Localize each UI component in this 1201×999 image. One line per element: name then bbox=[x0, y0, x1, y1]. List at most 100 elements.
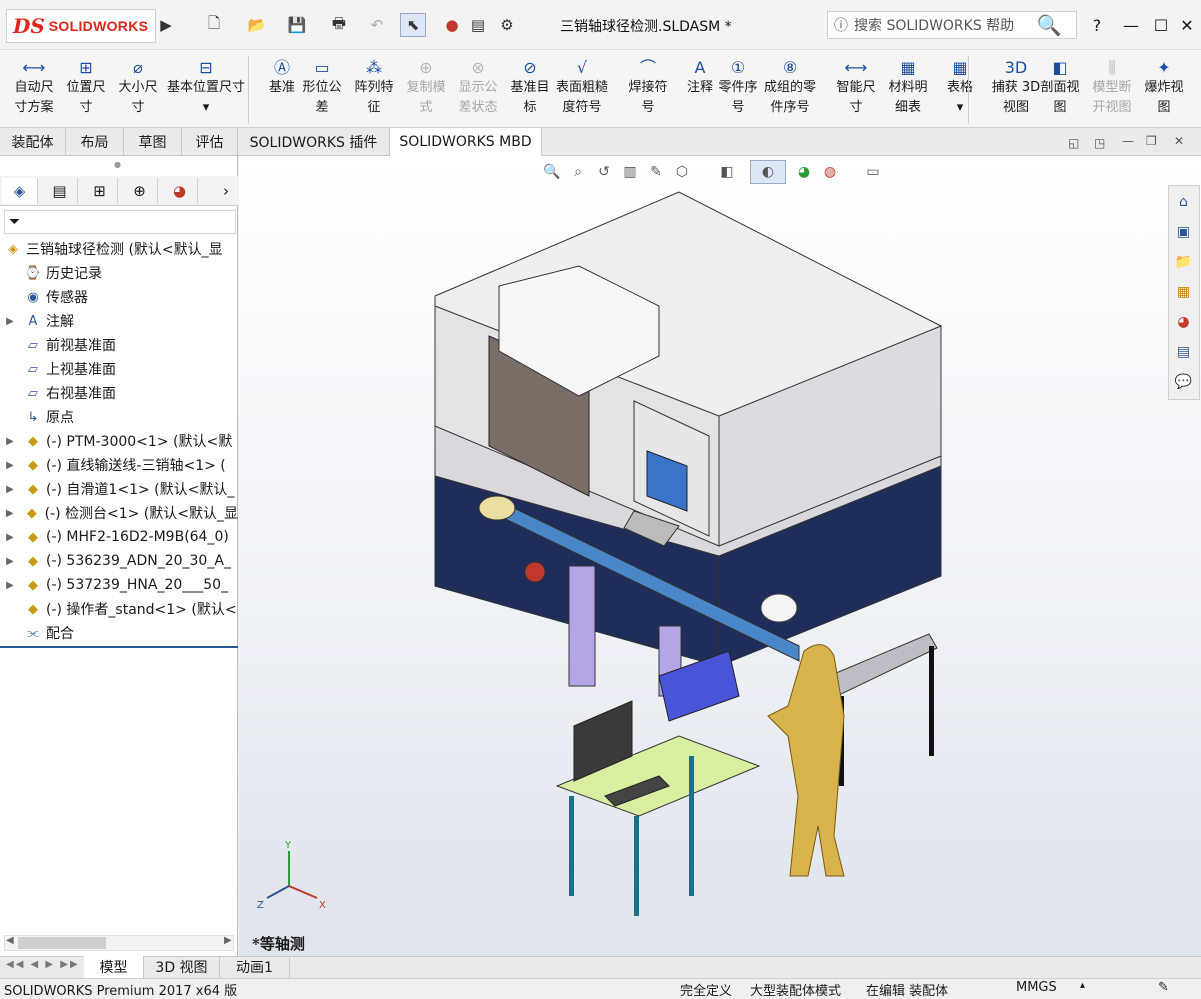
dimxpert-tab-icon[interactable]: ⊕ bbox=[122, 178, 158, 204]
close-window-button[interactable]: ✕ bbox=[1172, 10, 1201, 40]
apply-scene-icon[interactable]: ◍ bbox=[818, 160, 842, 184]
appearances-icon[interactable]: ◕ bbox=[1171, 309, 1196, 334]
panel-grip-icon[interactable]: ● bbox=[114, 160, 124, 170]
expand-arrow-icon[interactable]: ▶ bbox=[4, 484, 16, 495]
rollback-bar[interactable] bbox=[0, 646, 238, 648]
tab-0[interactable]: 装配体 bbox=[0, 128, 66, 156]
zoom-to-area-icon[interactable]: ⌕ bbox=[566, 160, 590, 184]
viewport-close-icon[interactable]: ✕ bbox=[1174, 134, 1184, 148]
tree-item[interactable]: ⌚ 历史记录 bbox=[0, 261, 238, 285]
edit-appearance-icon[interactable]: ◕ bbox=[792, 160, 816, 184]
tree-item[interactable]: ▶ ◆ (-) 536239_ADN_20_30_A_ bbox=[0, 549, 238, 573]
tree-item[interactable]: ▶ ◆ (-) 537239_HNA_20___50_ bbox=[0, 573, 238, 597]
help-search-input[interactable]: 搜索 SOLIDWORKS 帮助 bbox=[854, 15, 1014, 35]
viewport-maximize-icon[interactable]: ❐ bbox=[1146, 134, 1157, 148]
tree-item[interactable]: ⫘ 配合 bbox=[0, 621, 238, 645]
tab-1[interactable]: 布局 bbox=[66, 128, 124, 156]
expand-arrow-icon[interactable]: ▶ bbox=[4, 508, 16, 519]
tree-filter[interactable]: ⏷ bbox=[4, 210, 236, 234]
ribbon-button-14[interactable]: ⑧ 成组的零 件序号 bbox=[764, 54, 816, 118]
section-view-hud-icon[interactable]: ▥ bbox=[618, 160, 642, 184]
ribbon-button-20[interactable]: ⫼ 模型断 开视图 bbox=[1086, 54, 1138, 118]
ribbon-button-19[interactable]: ◧ 剖面视图 bbox=[1034, 54, 1086, 118]
tab-5[interactable]: SOLIDWORKS MBD bbox=[390, 128, 542, 156]
tree-item[interactable]: ↳ 原点 bbox=[0, 405, 238, 429]
search-icon[interactable]: 🔍 bbox=[1034, 10, 1064, 40]
units-dropdown-icon[interactable]: ▴ bbox=[1080, 980, 1085, 991]
dynamic-annotation-icon[interactable]: ✎ bbox=[644, 160, 668, 184]
tree-item[interactable]: ▶ A 注解 bbox=[0, 309, 238, 333]
open-document-icon[interactable]: 📂 bbox=[240, 13, 274, 37]
scroll-left-icon[interactable]: ◀ bbox=[6, 935, 14, 946]
undo-icon[interactable]: ↶ bbox=[360, 13, 394, 37]
forum-icon[interactable]: 💬 bbox=[1171, 369, 1196, 394]
ribbon-button-11[interactable]: ⌒ 焊接符号 bbox=[622, 54, 674, 118]
tree-item[interactable]: ◈ 三销轴球径检测 (默认<默认_显 bbox=[0, 237, 238, 261]
expand-arrow-icon[interactable]: ▶ bbox=[4, 532, 16, 543]
tree-item[interactable]: ▱ 前视基准面 bbox=[0, 333, 238, 357]
tree-item[interactable]: ▱ 右视基准面 bbox=[0, 381, 238, 405]
scrollbar-thumb[interactable] bbox=[18, 937, 106, 949]
ribbon-button-13[interactable]: ① 零件序号 bbox=[712, 54, 764, 118]
ribbon-button-7[interactable]: ⊕ 复制模式 bbox=[400, 54, 452, 118]
file-properties-icon[interactable]: ▤ bbox=[466, 13, 490, 37]
expand-arrow-icon[interactable]: ▶ bbox=[4, 556, 16, 567]
graphics-area[interactable]: X Y Z bbox=[239, 156, 1201, 956]
ribbon-button-9[interactable]: ⊘ 基准目标 bbox=[504, 54, 556, 118]
ribbon-button-15[interactable]: ⟷ 智能尺寸 bbox=[830, 54, 882, 118]
custom-properties-icon[interactable]: ▤ bbox=[1171, 339, 1196, 364]
tree-item[interactable]: ◆ (-) 操作者_stand<1> (默认< bbox=[0, 597, 238, 621]
bottom-tab-2[interactable]: 动画1 bbox=[220, 956, 290, 978]
property-manager-tab-icon[interactable]: ▤ bbox=[42, 178, 78, 204]
tab-4[interactable]: SOLIDWORKS 插件 bbox=[238, 128, 390, 156]
viewport-tile-icon[interactable]: ◳ bbox=[1094, 136, 1105, 150]
status-units[interactable]: MMGS bbox=[1016, 980, 1057, 995]
tree-item[interactable]: ▶ ◆ (-) 检测台<1> (默认<默认_显 bbox=[0, 501, 238, 525]
ribbon-button-5[interactable]: ▭ 形位公差 bbox=[296, 54, 348, 118]
display-manager-tab-icon[interactable]: ◕ bbox=[162, 178, 198, 204]
ribbon-button-16[interactable]: ▦ 材料明 细表 bbox=[882, 54, 934, 118]
minimize-button[interactable]: — bbox=[1116, 10, 1146, 40]
expand-arrow-icon[interactable]: ▶ bbox=[4, 316, 16, 327]
print-icon[interactable]: 🖶 bbox=[322, 13, 356, 37]
ribbon-button-2[interactable]: ⌀ 大小尺寸 bbox=[112, 54, 164, 118]
display-style-icon[interactable]: ◧ bbox=[712, 160, 742, 184]
tab-scroll-arrows-icon[interactable]: ◀◀ ◀ ▶ ▶▶ bbox=[6, 959, 80, 970]
bottom-tab-0[interactable]: 模型 bbox=[84, 956, 144, 978]
configuration-manager-tab-icon[interactable]: ⊞ bbox=[82, 178, 118, 204]
ribbon-button-0[interactable]: ⟷ 自动尺 寸方案 bbox=[8, 54, 60, 118]
tab-3[interactable]: 评估 bbox=[182, 128, 238, 156]
view-palette-icon[interactable]: ▦ bbox=[1171, 279, 1196, 304]
new-document-icon[interactable]: 🗋 bbox=[200, 13, 228, 37]
tree-item[interactable]: ▶ ◆ (-) 自滑道1<1> (默认<默认_ bbox=[0, 477, 238, 501]
hide-show-items-icon[interactable]: ◐ bbox=[750, 160, 786, 184]
viewport-restore-icon[interactable]: ◱ bbox=[1068, 136, 1079, 150]
status-tooltip-icon[interactable]: ✎ bbox=[1158, 980, 1169, 995]
expand-arrow-icon[interactable]: ▶ bbox=[4, 580, 16, 591]
tree-item[interactable]: ◉ 传感器 bbox=[0, 285, 238, 309]
viewport-minimize-icon[interactable]: — bbox=[1122, 134, 1134, 148]
design-library-icon[interactable]: ▣ bbox=[1171, 219, 1196, 244]
feature-manager-tab-icon[interactable]: ◈ bbox=[2, 178, 38, 204]
options-gear-icon[interactable]: ⚙ bbox=[492, 13, 522, 37]
menu-expand-icon[interactable]: ▶ bbox=[158, 13, 174, 37]
ribbon-button-10[interactable]: √ 表面粗糙 度符号 bbox=[556, 54, 608, 118]
help-menu-button[interactable]: ? bbox=[1082, 10, 1112, 40]
tab-2[interactable]: 草图 bbox=[124, 128, 182, 156]
solidworks-resources-icon[interactable]: ⌂ bbox=[1171, 189, 1196, 214]
ribbon-button-1[interactable]: ⊞ 位置尺寸 bbox=[60, 54, 112, 118]
file-explorer-icon[interactable]: 📁 bbox=[1171, 249, 1196, 274]
tree-item[interactable]: ▶ ◆ (-) 直线输送线-三销轴<1> ( bbox=[0, 453, 238, 477]
ribbon-button-8[interactable]: ⊗ 显示公 差状态 bbox=[452, 54, 504, 118]
solidworks-logo[interactable]: DS SOLIDWORKS bbox=[6, 9, 156, 43]
scroll-right-icon[interactable]: ▶ bbox=[224, 935, 232, 946]
expand-arrow-icon[interactable]: ▶ bbox=[4, 460, 16, 471]
view-orientation-icon[interactable]: ⬡ bbox=[670, 160, 694, 184]
save-icon[interactable]: 💾 bbox=[280, 13, 314, 37]
ribbon-button-3[interactable]: ⊟ 基本位置尺寸 ▾ bbox=[164, 54, 248, 118]
tree-item[interactable]: ▶ ◆ (-) PTM-3000<1> (默认<默 bbox=[0, 429, 238, 453]
select-cursor-icon[interactable]: ⬉ bbox=[400, 13, 426, 37]
expand-arrow-icon[interactable]: ▶ bbox=[4, 436, 16, 447]
zoom-to-fit-icon[interactable]: 🔍 bbox=[540, 160, 564, 184]
ribbon-button-6[interactable]: ⁂ 阵列特征 bbox=[348, 54, 400, 118]
